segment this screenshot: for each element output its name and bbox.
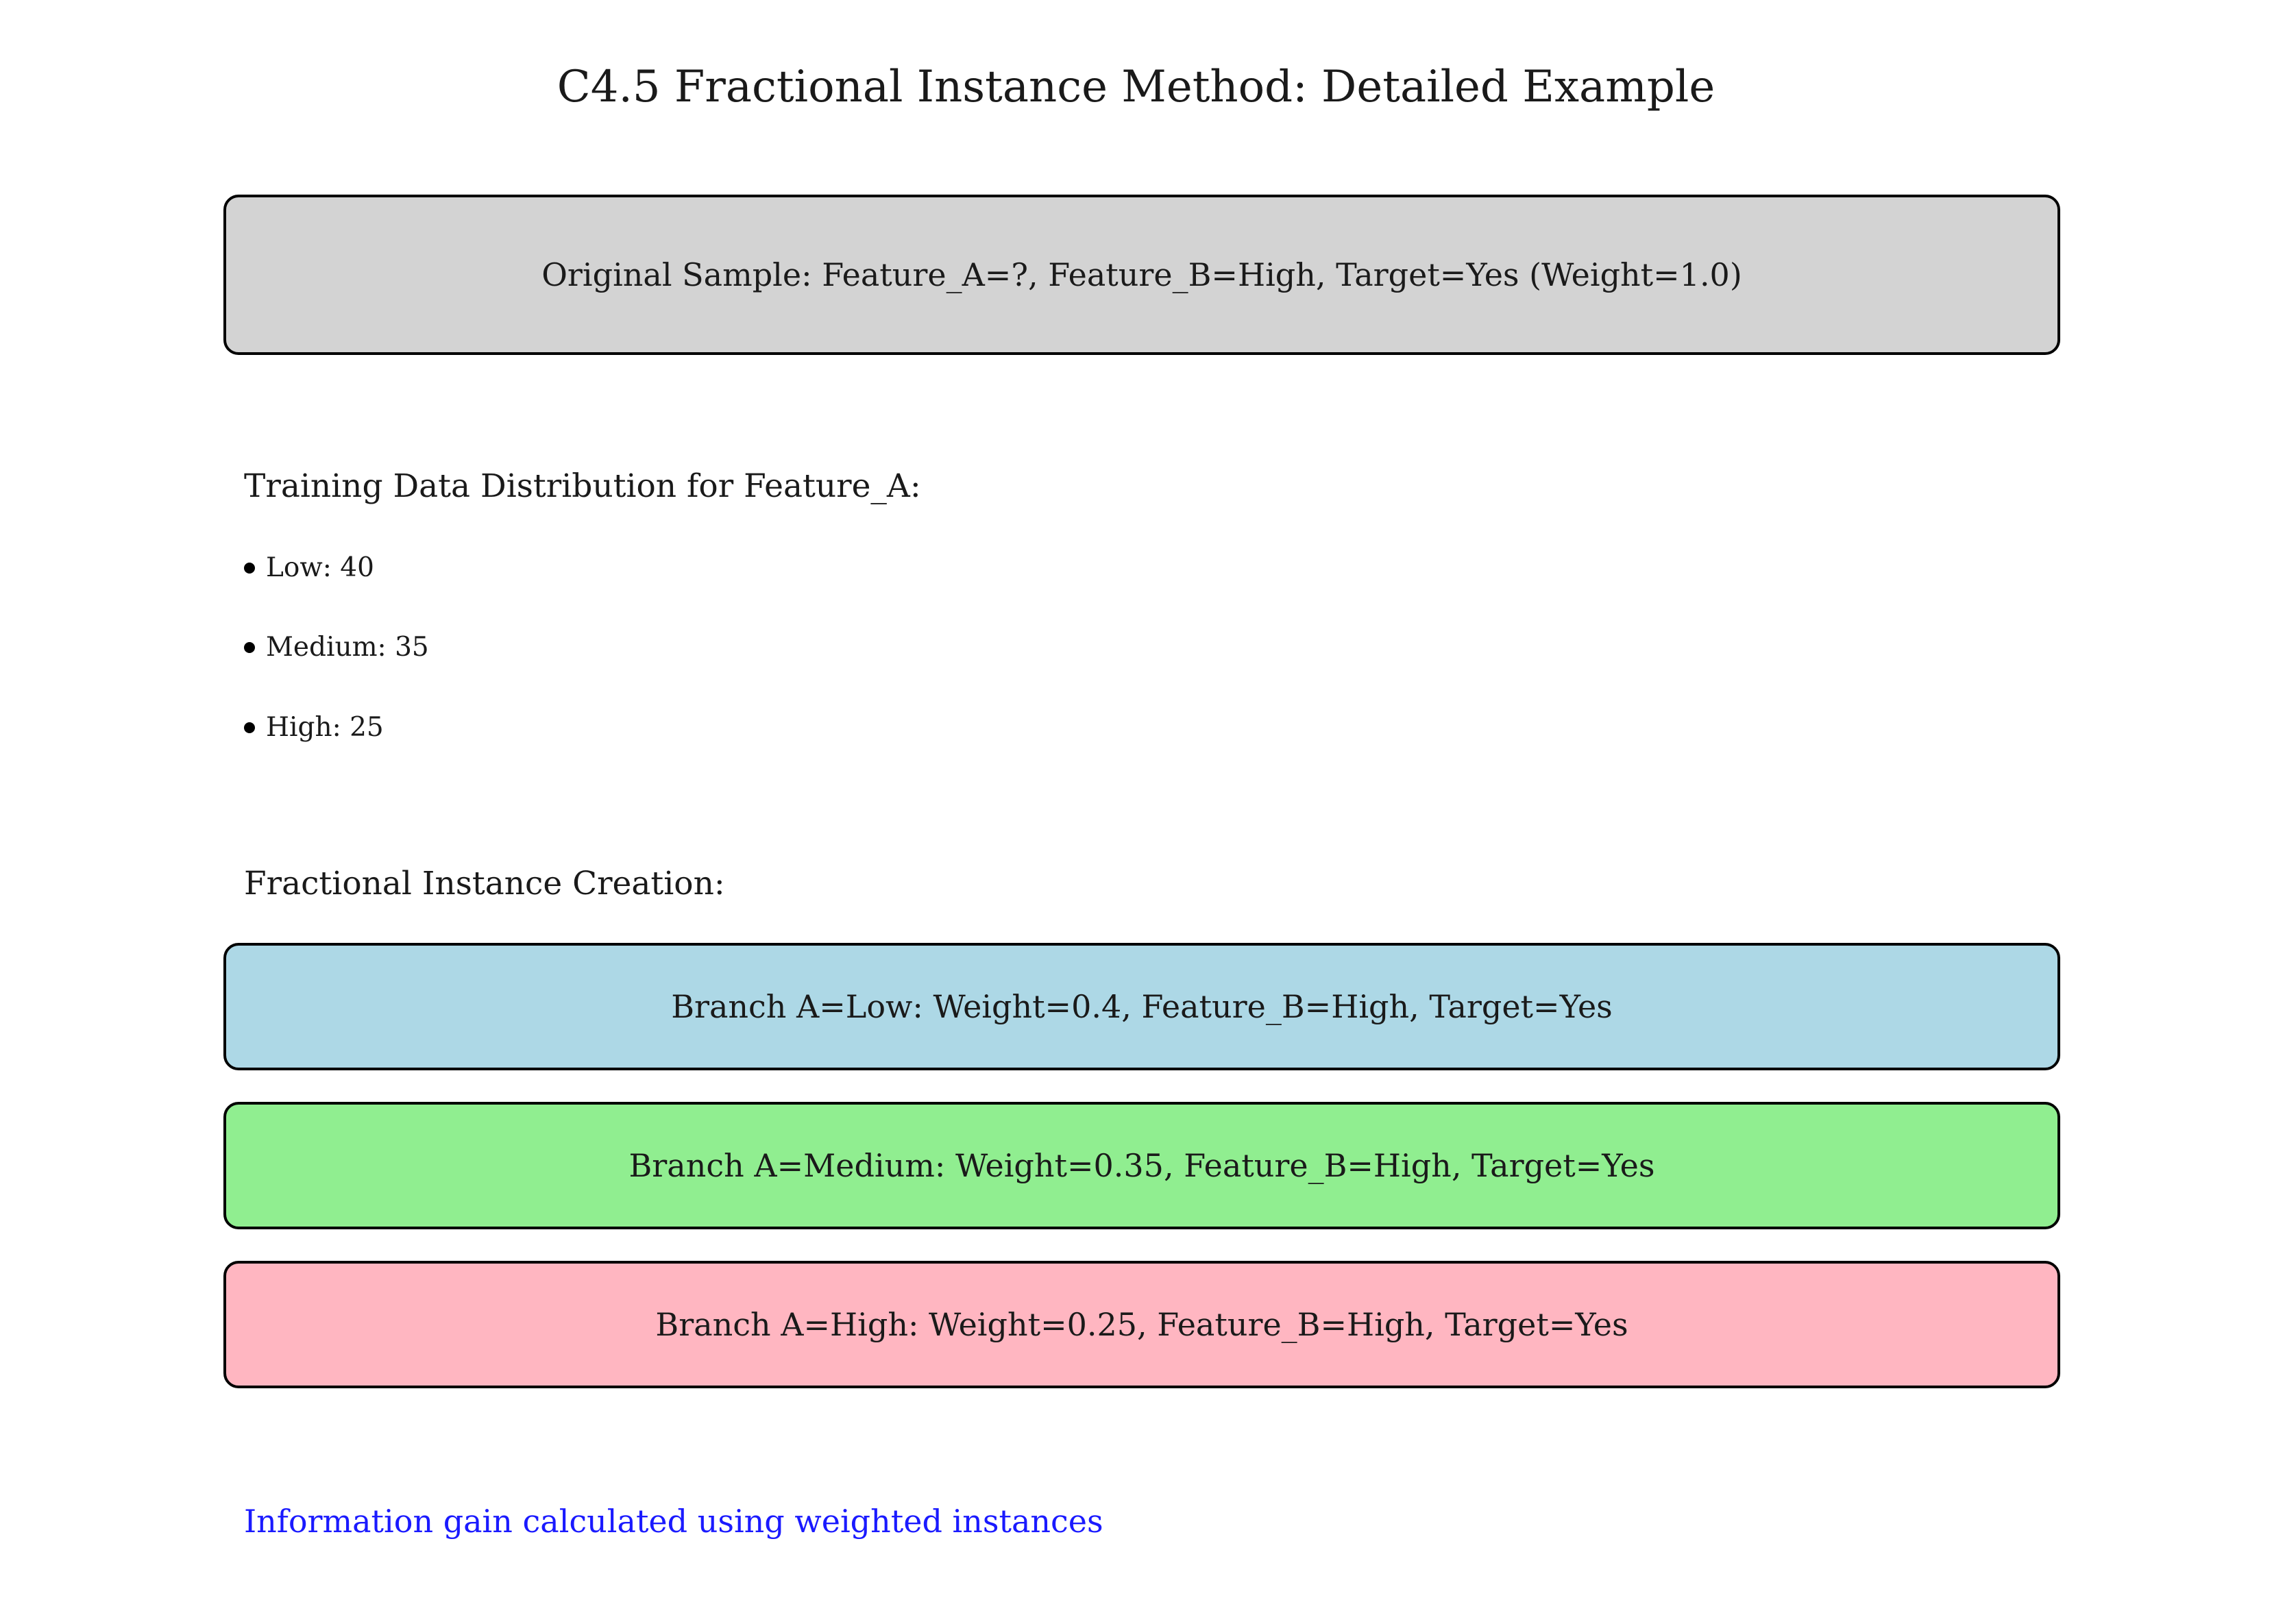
branch-low-label: Branch A=Low: Weight=0.4, Feature_B=High… [671,988,1613,1025]
distribution-item-high: High: 25 [244,711,384,745]
distribution-item-label: High: 25 [266,712,384,743]
branch-medium-box: Branch A=Medium: Weight=0.35, Feature_B=… [223,1102,2060,1229]
branch-high-box: Branch A=High: Weight=0.25, Feature_B=Hi… [223,1261,2060,1388]
distribution-item-low: Low: 40 [244,551,374,585]
distribution-item-medium: Medium: 35 [244,630,429,665]
bullet-icon [244,722,255,733]
distribution-heading: Training Data Distribution for Feature_A… [244,467,921,505]
page-title: C4.5 Fractional Instance Method: Detaile… [557,62,1715,112]
branch-high-label: Branch A=High: Weight=0.25, Feature_B=Hi… [655,1306,1628,1343]
branch-low-box: Branch A=Low: Weight=0.4, Feature_B=High… [223,943,2060,1070]
branch-medium-label: Branch A=Medium: Weight=0.35, Feature_B=… [628,1147,1655,1184]
bullet-icon [244,563,255,574]
distribution-item-label: Medium: 35 [266,632,429,663]
distribution-item-label: Low: 40 [266,552,374,583]
original-sample-box: Original Sample: Feature_A=?, Feature_B=… [223,195,2060,355]
original-sample-label: Original Sample: Feature_A=?, Feature_B=… [541,256,1742,293]
footer-note: Information gain calculated using weight… [244,1503,1103,1540]
fractional-heading: Fractional Instance Creation: [244,865,725,902]
bullet-icon [244,642,255,653]
